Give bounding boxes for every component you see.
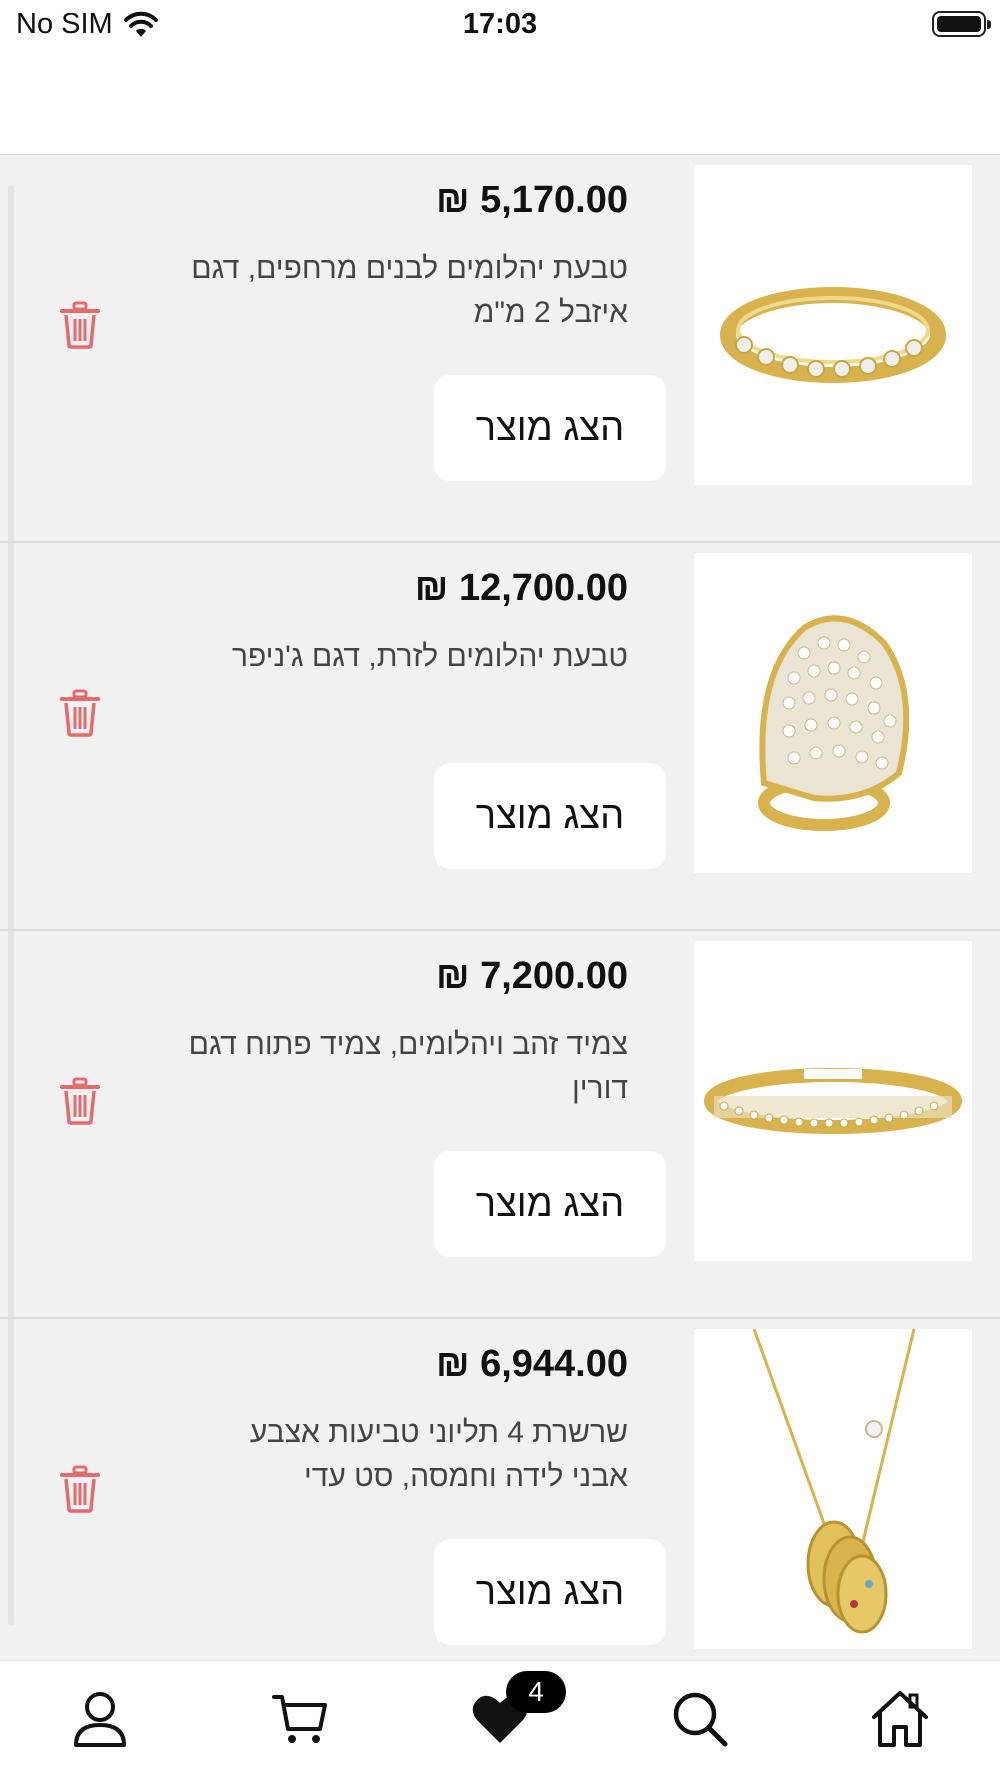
view-product-button[interactable]: הצג מוצר: [434, 375, 666, 481]
product-image[interactable]: [694, 941, 972, 1261]
status-time: 17:03: [462, 8, 538, 40]
product-price: ₪ 5,170.00: [435, 179, 628, 221]
list-item: ₪ 5,170.00 טבעת יהלומים לבנים מרחפים, דג…: [0, 155, 1000, 543]
wishlist-list[interactable]: ₪ 5,170.00 טבעת יהלומים לבנים מרחפים, דג…: [0, 155, 1000, 1660]
status-bar: No SIM 17:03: [0, 0, 1000, 52]
trash-icon[interactable]: [60, 689, 100, 737]
view-product-button[interactable]: הצג מוצר: [434, 1539, 666, 1645]
cart-icon[interactable]: [270, 1689, 330, 1749]
ring-dome-image: [758, 615, 910, 831]
product-image[interactable]: [694, 1329, 972, 1649]
product-image[interactable]: [694, 165, 972, 485]
list-item: ₪ 12,700.00 טבעת יהלומים לזרת, דגם ג'ניפ…: [0, 543, 1000, 931]
view-product-button[interactable]: הצג מוצר: [434, 763, 666, 869]
view-product-button[interactable]: הצג מוצר: [434, 1151, 666, 1257]
product-image[interactable]: [694, 553, 972, 873]
product-description: שרשרת 4 תליוני טביעות אצבע אבני לידה וחמ…: [249, 1416, 628, 1493]
home-icon[interactable]: [870, 1689, 930, 1749]
list-item: ₪ 7,200.00 צמיד זהב ויהלומים, צמיד פתוח …: [0, 931, 1000, 1319]
search-icon[interactable]: [670, 1689, 730, 1749]
product-description: טבעת יהלומים לבנים מרחפים, דגם איזבל 2 מ…: [191, 252, 628, 329]
product-price: ₪ 7,200.00: [435, 955, 628, 997]
list-item: ₪ 6,944.00 שרשרת 4 תליוני טביעות אצבע אב…: [0, 1319, 1000, 1660]
bracelet-cuff-image: [704, 1068, 962, 1134]
wishlist-count-badge: 4: [506, 1671, 566, 1713]
product-price: ₪ 12,700.00: [414, 567, 628, 609]
top-header: [0, 52, 1000, 156]
ring-eternity-image: [720, 287, 946, 383]
bottom-tab-bar: 4: [0, 1660, 1000, 1779]
necklace-pendants-image: [752, 1329, 916, 1634]
trash-icon[interactable]: [60, 1077, 100, 1125]
product-description: טבעת יהלומים לזרת, דגם ג'ניפר: [231, 640, 628, 673]
product-price: ₪ 6,944.00: [435, 1343, 628, 1385]
battery-icon: [932, 11, 991, 37]
trash-icon[interactable]: [60, 301, 100, 349]
product-description: צמיד זהב ויהלומים, צמיד פתוח דגם דורין: [188, 1028, 628, 1105]
trash-icon[interactable]: [60, 1465, 100, 1513]
person-icon[interactable]: [70, 1689, 130, 1749]
